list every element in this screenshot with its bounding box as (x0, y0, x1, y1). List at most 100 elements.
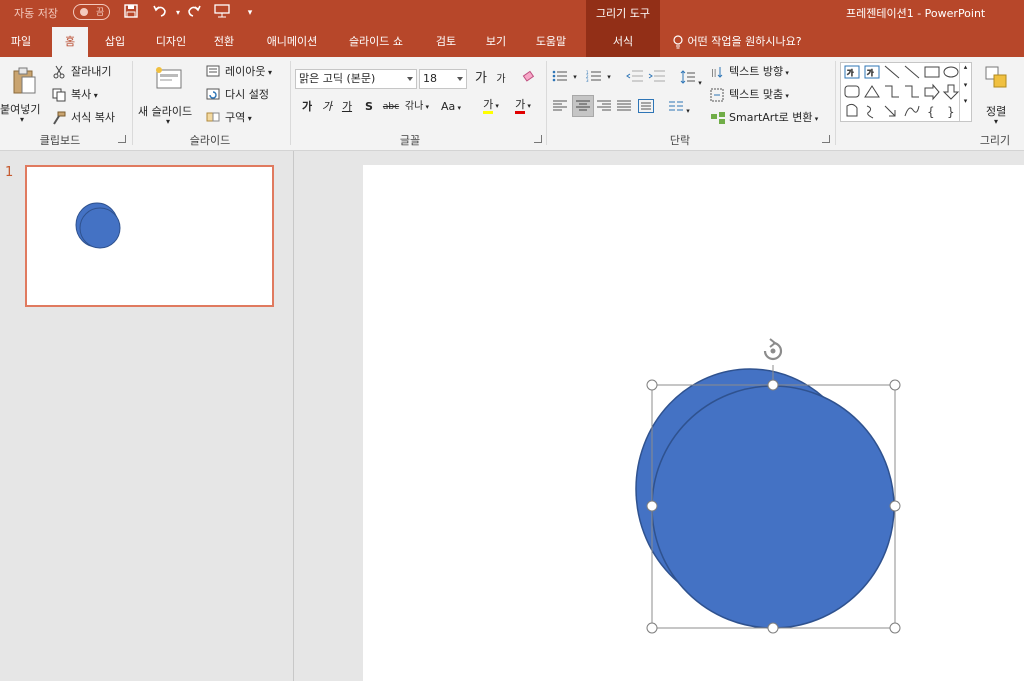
tab-view[interactable]: 보기 (476, 27, 516, 57)
svg-text:{: { (927, 105, 935, 119)
cut-button[interactable]: 잘라내기 (52, 63, 111, 79)
section-dropdown-icon: ▾ (245, 114, 252, 123)
resize-handle-left[interactable] (646, 500, 658, 512)
tab-home[interactable]: 홈 (52, 27, 88, 57)
gallery-down-icon[interactable]: ▾ (960, 81, 971, 89)
shrink-font-button[interactable]: 가 (492, 70, 510, 90)
slide-thumbnail-pane: 1 (0, 151, 294, 681)
justify-icon[interactable] (616, 99, 632, 116)
circle-shape-selected[interactable] (651, 385, 895, 629)
copy-icon (52, 88, 68, 102)
increase-indent-icon[interactable] (648, 69, 666, 86)
tab-design[interactable]: 디자인 (146, 27, 196, 57)
slides-group-label: 슬라이드 (189, 134, 231, 147)
bullets-button[interactable]: ▾ (552, 69, 577, 83)
gallery-up-icon[interactable]: ▴ (960, 63, 971, 71)
undo-icon[interactable] (150, 3, 170, 23)
tab-format[interactable]: 서식 (586, 27, 660, 57)
italic-button[interactable]: 가 (318, 97, 336, 117)
font-name-combo[interactable]: 맑은 고딕 (본문) (295, 69, 417, 89)
layout-button[interactable]: 레이아웃 ▾ (206, 63, 272, 79)
layout-icon (206, 65, 222, 79)
brush-icon (52, 111, 68, 125)
paste-button[interactable]: 붙여넣기 ▾ (0, 63, 46, 125)
scissors-icon (52, 65, 68, 79)
tab-animations[interactable]: 애니메이션 (254, 27, 330, 57)
font-color-button[interactable]: 가 ▾ (508, 95, 538, 115)
grow-font-button[interactable]: 가 (472, 69, 490, 89)
ribbon: 붙여넣기 ▾ 잘라내기 복사 ▾ 서식 복사 클립보드 새 슬라이드 ▾ 레이아… (0, 57, 1024, 151)
tell-me-box[interactable]: 어떤 작업을 원하시나요? (672, 27, 802, 57)
align-right-icon[interactable] (596, 99, 612, 116)
resize-handle-right[interactable] (889, 500, 901, 512)
tab-insert[interactable]: 삽입 (94, 27, 136, 57)
highlight-button[interactable]: 가 ▾ (476, 95, 506, 115)
font-name-dropdown-icon (407, 77, 413, 81)
divider (546, 61, 547, 145)
columns-icon[interactable]: ▾ (668, 99, 690, 116)
change-case-button[interactable]: Aa ▾ (436, 97, 466, 117)
drawing-group-label: 그리기 (979, 134, 1011, 147)
gallery-more-icon[interactable]: ▾ (960, 97, 971, 105)
gallery-scroll[interactable]: ▴ ▾ ▾ (959, 63, 971, 121)
font-size-combo[interactable]: 18 (419, 69, 467, 89)
shapes-gallery[interactable]: 가 가 { } ▴ ▾ ▾ (840, 62, 972, 122)
reset-button[interactable]: 다시 설정 (206, 86, 269, 102)
resize-handle-top[interactable] (767, 379, 779, 391)
section-icon (206, 111, 222, 125)
tab-transitions[interactable]: 전환 (204, 27, 244, 57)
align-center-icon[interactable] (572, 95, 594, 117)
save-icon[interactable] (121, 3, 141, 23)
slide-editing-area[interactable] (295, 151, 1024, 681)
copy-button[interactable]: 복사 ▾ (52, 86, 98, 102)
layout-dropdown-icon: ▾ (265, 68, 273, 77)
resize-handle-bottom[interactable] (767, 622, 779, 634)
start-slideshow-icon[interactable] (212, 3, 232, 23)
char-spacing-button[interactable]: 갂나 ▾ (402, 97, 432, 117)
section-button[interactable]: 구역 ▾ (206, 109, 252, 125)
resize-handle-bottom-left[interactable] (646, 622, 658, 634)
arrange-button[interactable]: 정렬 ▾ (978, 63, 1018, 126)
copy-label: 복사 (71, 88, 92, 101)
resize-handle-top-right[interactable] (889, 379, 901, 391)
underline-button[interactable]: 가 (338, 97, 356, 117)
numbering-button[interactable]: 123 ▾ (586, 69, 611, 83)
customize-toolbar-icon[interactable]: ▾ (240, 3, 260, 23)
shadow-button[interactable]: S (360, 97, 378, 117)
strike-glyph: abc (382, 102, 400, 112)
autosave-toggle[interactable]: 끔 (73, 4, 110, 20)
font-launcher-icon[interactable] (534, 135, 542, 143)
clear-formatting-icon[interactable] (520, 69, 538, 89)
line-spacing-icon[interactable]: ▾ (680, 69, 702, 88)
case-glyph: Aa (440, 100, 456, 113)
tab-file[interactable]: 파일 (0, 27, 42, 57)
slide-number: 1 (5, 165, 14, 180)
clipboard-launcher-icon[interactable] (118, 135, 126, 143)
tab-help[interactable]: 도움말 (524, 27, 578, 57)
paragraph-launcher-icon[interactable] (822, 135, 830, 143)
bold-button[interactable]: 가 (298, 97, 316, 117)
tab-slideshow[interactable]: 슬라이드 쇼 (338, 27, 414, 57)
smartart-label: SmartArt로 변환 (729, 111, 813, 124)
redo-icon[interactable] (184, 3, 204, 23)
svg-text:가: 가 (867, 68, 874, 77)
divider (132, 61, 133, 145)
font-group-label: 글꼴 (399, 134, 421, 147)
align-left-icon[interactable] (552, 99, 568, 116)
smartart-button[interactable]: SmartArt로 변환 ▾ (710, 109, 818, 125)
tab-review[interactable]: 검토 (424, 27, 468, 57)
new-slide-button[interactable]: 새 슬라이드 ▾ (138, 63, 202, 126)
format-painter-button[interactable]: 서식 복사 (52, 109, 115, 125)
slide-thumbnail[interactable] (25, 165, 274, 307)
align-text-button[interactable]: 텍스트 맞춤 ▾ (710, 86, 789, 102)
resize-handle-bottom-right[interactable] (889, 622, 901, 634)
font-color-glyph: 가 (515, 98, 526, 114)
text-direction-button[interactable]: || 텍스트 방향 ▾ (710, 63, 789, 79)
distributed-icon[interactable] (638, 99, 654, 116)
decrease-indent-icon[interactable] (626, 69, 644, 86)
rotate-handle-icon[interactable] (763, 338, 783, 361)
reset-label: 다시 설정 (225, 88, 269, 101)
resize-handle-top-left[interactable] (646, 379, 658, 391)
strikethrough-button[interactable]: abc (382, 97, 400, 117)
tell-me-text: 어떤 작업을 원하시나요? (687, 35, 802, 48)
